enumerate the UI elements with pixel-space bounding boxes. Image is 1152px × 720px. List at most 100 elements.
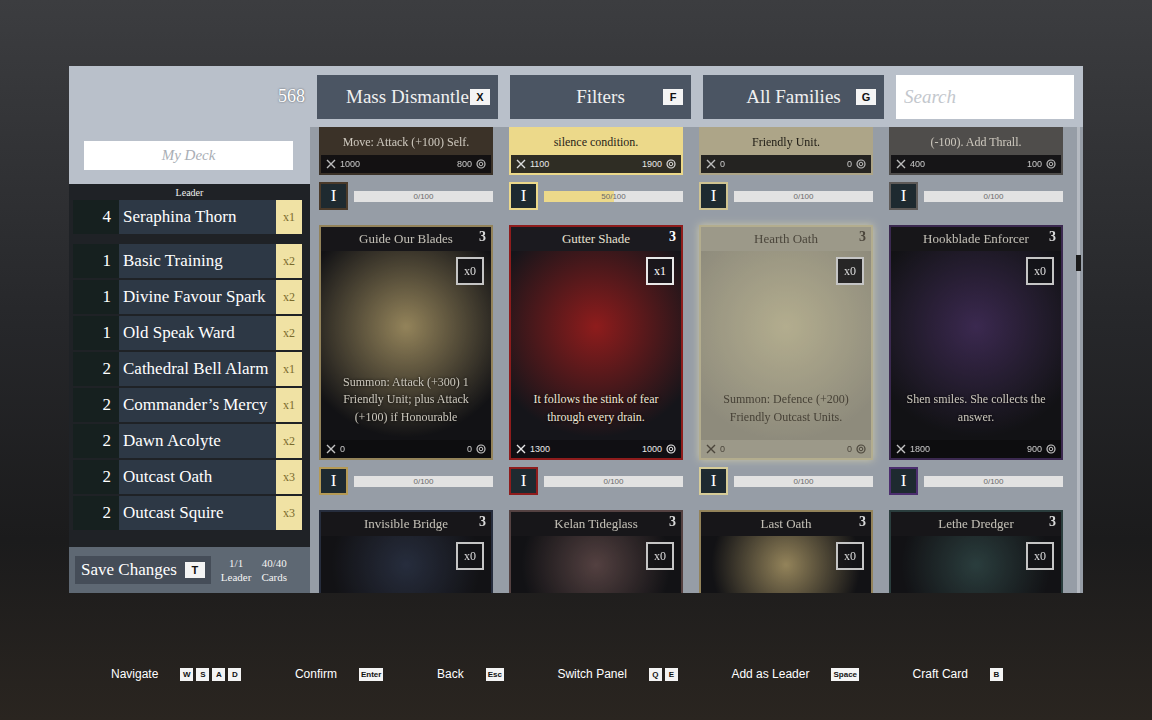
scrollbar-thumb[interactable]	[1076, 255, 1081, 271]
key-hint: Space	[831, 668, 859, 681]
save-button[interactable]: Save ChangesT	[75, 556, 211, 584]
card-cost: 2	[73, 460, 119, 494]
deck-card-row[interactable]: 1Old Speak Wardx2	[73, 316, 302, 350]
card-header: Gutter Shade	[511, 227, 681, 251]
hint-label: Craft Card	[913, 667, 968, 681]
card-text: Summon: Defence (+200) Friendly Outcast …	[713, 391, 859, 426]
hint-keys: Esc	[486, 668, 504, 681]
card-tile: Lethe Dredger 3 x0	[889, 510, 1063, 593]
hint-keys: QE	[649, 668, 678, 681]
card-text: It follows the stink of fear through eve…	[523, 391, 669, 426]
card[interactable]: (-100). Add Thrall.400100	[889, 127, 1063, 175]
deck-name-field[interactable]	[84, 141, 293, 170]
rank-badge: I	[509, 182, 538, 210]
card[interactable]: Friendly Unit.00	[699, 127, 873, 175]
attack-stat: 1800	[896, 444, 930, 454]
hint-label: Back	[437, 667, 464, 681]
progress-bar: 0/100	[354, 191, 493, 202]
rank-badge: I	[889, 182, 918, 210]
defence-stat: 0	[467, 444, 486, 454]
card-cost: 2	[73, 352, 119, 386]
top-button[interactable]: Mass DismantleX	[317, 75, 498, 119]
card-text: Shen smiles. She collects the answer.	[903, 391, 1049, 426]
deck-card-row[interactable]: 2Cathedral Bell Alarmx1	[73, 352, 302, 386]
card-name: Old Speak Ward	[119, 316, 276, 350]
swords-icon	[516, 444, 526, 454]
card-name: Lethe Dredger	[938, 516, 1013, 532]
card[interactable]: Lethe Dredger 3 x0	[889, 510, 1063, 593]
deck-card-row[interactable]: 1Basic Trainingx2	[73, 244, 302, 278]
card-tile: (-100). Add Thrall.400100 I 0/100	[889, 127, 1063, 210]
card-count: x1	[276, 388, 302, 422]
progress-label: 0/100	[983, 192, 1003, 201]
deck-card-row[interactable]: 2Outcast Oathx3	[73, 460, 302, 494]
card-count: x2	[276, 280, 302, 314]
deck-card-row[interactable]: 2Commander’s Mercyx1	[73, 388, 302, 422]
card-tile: Hearth Oath3x0Summon: Defence (+200) Fri…	[699, 225, 873, 495]
card-name: Kelan Tideglass	[554, 516, 637, 532]
card-rank-row: I0/100	[319, 467, 493, 495]
owned-count-badge: x0	[1026, 542, 1054, 570]
card[interactable]: Move: Attack (+100) Self.1000800	[319, 127, 493, 175]
defence-stat: 0	[847, 444, 866, 454]
card-cost: 3	[1049, 514, 1056, 530]
key-hint: A	[212, 668, 225, 681]
card-cost: 3	[479, 514, 486, 530]
attack-stat: 0	[326, 444, 345, 454]
card[interactable]: Last Oath3x0	[699, 510, 873, 593]
card-rank-row: I 0/100	[889, 182, 1063, 210]
defence-stat: 800	[457, 159, 486, 169]
card[interactable]: Hookblade Enforcer3x0Shen smiles. She co…	[889, 225, 1063, 460]
card-collection: Move: Attack (+100) Self.1000800 I0/100s…	[310, 127, 1083, 593]
card[interactable]: Invisible Bridge3x0	[319, 510, 493, 593]
top-button[interactable]: All FamiliesG	[703, 75, 884, 119]
deck-panel: 568 Mass DismantleX FiltersF All FamiliesG L…	[69, 66, 1083, 593]
key-hint: Enter	[359, 668, 383, 681]
card-name: Dawn Acolyte	[119, 424, 276, 458]
swords-icon	[896, 444, 906, 454]
card-header: Last Oath	[701, 512, 871, 536]
key-hint: S	[196, 668, 209, 681]
card-tile: Friendly Unit.00 I0/100	[699, 127, 873, 210]
control-hint: Craft Card B	[913, 667, 1003, 681]
card[interactable]: Gutter Shade3x1It follows the stink of f…	[509, 225, 683, 460]
shield-icon	[476, 159, 486, 169]
card[interactable]: silence condition.11001900	[509, 127, 683, 175]
top-button[interactable]: FiltersF	[510, 75, 691, 119]
card-name: Invisible Bridge	[364, 516, 448, 532]
card[interactable]: Guide Our Blades3x0Summon: Attack (+300)…	[319, 225, 493, 460]
card-tile: Kelan Tideglass 3 x0	[509, 510, 683, 593]
progress-label: 0/100	[793, 477, 813, 486]
search-field[interactable]	[896, 75, 1074, 119]
card[interactable]: Kelan Tideglass 3 x0	[509, 510, 683, 593]
key-hint: Q	[649, 668, 662, 681]
deck-card-row[interactable]: 2Dawn Acolytex2	[73, 424, 302, 458]
leader-row[interactable]: 4Seraphina Thornx1	[73, 200, 302, 234]
key-hint: D	[228, 668, 241, 681]
card[interactable]: Hearth Oath3x0Summon: Defence (+200) Fri…	[699, 225, 873, 460]
owned-count-badge: x0	[646, 542, 674, 570]
hint-label: Switch Panel	[557, 667, 626, 681]
key-hint: B	[990, 668, 1003, 681]
card-count: x1	[276, 352, 302, 386]
card-cost: 3	[669, 514, 676, 530]
progress-label: 50/100	[601, 192, 625, 201]
attack-stat: 400	[896, 159, 925, 169]
deck-card-row[interactable]: 2Outcast Squirex3	[73, 496, 302, 530]
card-stats: 400100	[891, 155, 1061, 173]
tally-value: 1/1	[229, 556, 243, 570]
hint-keys: B	[990, 668, 1003, 681]
card-tile: Guide Our Blades3x0Summon: Attack (+300)…	[319, 225, 493, 495]
deck-name-area	[69, 127, 310, 184]
card-count: x2	[276, 316, 302, 350]
scrollbar[interactable]	[1077, 127, 1080, 593]
card-cost: 2	[73, 424, 119, 458]
progress-bar: 0/100	[734, 191, 873, 202]
currency-count: 568	[69, 86, 305, 107]
card-cost: 1	[73, 280, 119, 314]
attack-stat: 1000	[326, 159, 360, 169]
deck-card-row[interactable]: 1Divine Favour Sparkx2	[73, 280, 302, 314]
shield-icon	[1046, 159, 1056, 169]
card-header: Hearth Oath	[701, 227, 871, 251]
card-stats: 11001900	[511, 155, 681, 173]
